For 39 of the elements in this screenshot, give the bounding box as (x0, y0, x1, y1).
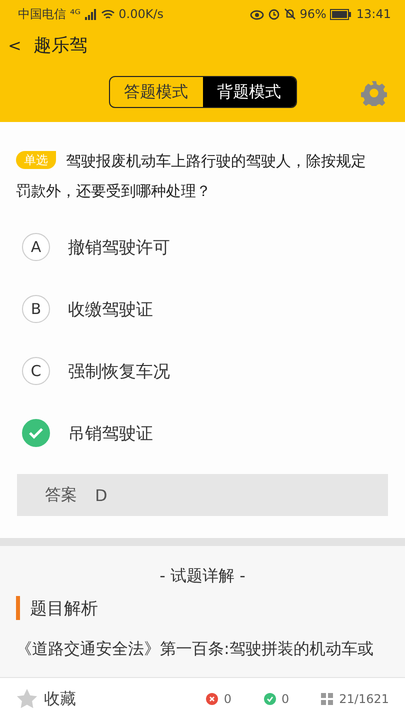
answer-label: 答案 (45, 484, 77, 506)
option-text[interactable]: 撤销驾驶许可 (68, 236, 170, 258)
question-text: 单选 驾驶报废机动车上路行驶的驾驶人，除按规定罚款外，还要受到哪种处理？ (16, 150, 367, 202)
mode-tab[interactable]: 背题模式 (202, 77, 296, 107)
star-icon[interactable] (16, 688, 38, 710)
option-text[interactable]: 吊销驾驶证 (68, 422, 153, 444)
answer-value: D (95, 486, 108, 504)
wrong-count: 0 (224, 692, 232, 706)
right-count: 0 (282, 692, 290, 706)
option-text[interactable]: 收缴驾驶证 (68, 298, 153, 320)
speed-label: 0.00K/s (118, 7, 164, 21)
option-letter[interactable]: A (22, 233, 50, 261)
wifi-icon (100, 8, 115, 20)
mode-tab[interactable]: 答题模式 (110, 77, 202, 107)
progress-counter: 21/1621 (339, 692, 389, 706)
app-title: 趣乐驾 (33, 34, 88, 57)
section-title: 题目解析 (30, 598, 98, 620)
signal-icon (84, 8, 97, 20)
eye-icon (250, 8, 264, 20)
explanation-text: 《道路交通安全法》第一百条:驾驶拼装的机动车或 (16, 639, 374, 660)
carrier-label: 中国电信 (18, 6, 66, 22)
option-letter[interactable]: C (22, 357, 50, 385)
wrong-icon (206, 693, 218, 705)
alarm-icon (268, 8, 280, 20)
check-icon[interactable] (22, 419, 50, 447)
back-button[interactable]: < (8, 36, 22, 54)
option-text[interactable]: 强制恢复车况 (68, 360, 170, 382)
battery-icon (330, 8, 352, 20)
mute-icon (284, 8, 296, 20)
check-icon (264, 693, 276, 705)
battery-percent: 96% (300, 7, 326, 21)
network-label: ⁴ᴳ (70, 7, 81, 21)
clock: 13:41 (356, 7, 391, 21)
grid-icon[interactable] (321, 693, 334, 705)
details-heading: - 试题详解 - (158, 566, 246, 587)
settings-icon[interactable] (361, 80, 387, 106)
question-type-badge: 单选 (16, 151, 56, 169)
option-letter[interactable]: B (22, 295, 50, 323)
favorite-button[interactable]: 收藏 (44, 688, 76, 710)
